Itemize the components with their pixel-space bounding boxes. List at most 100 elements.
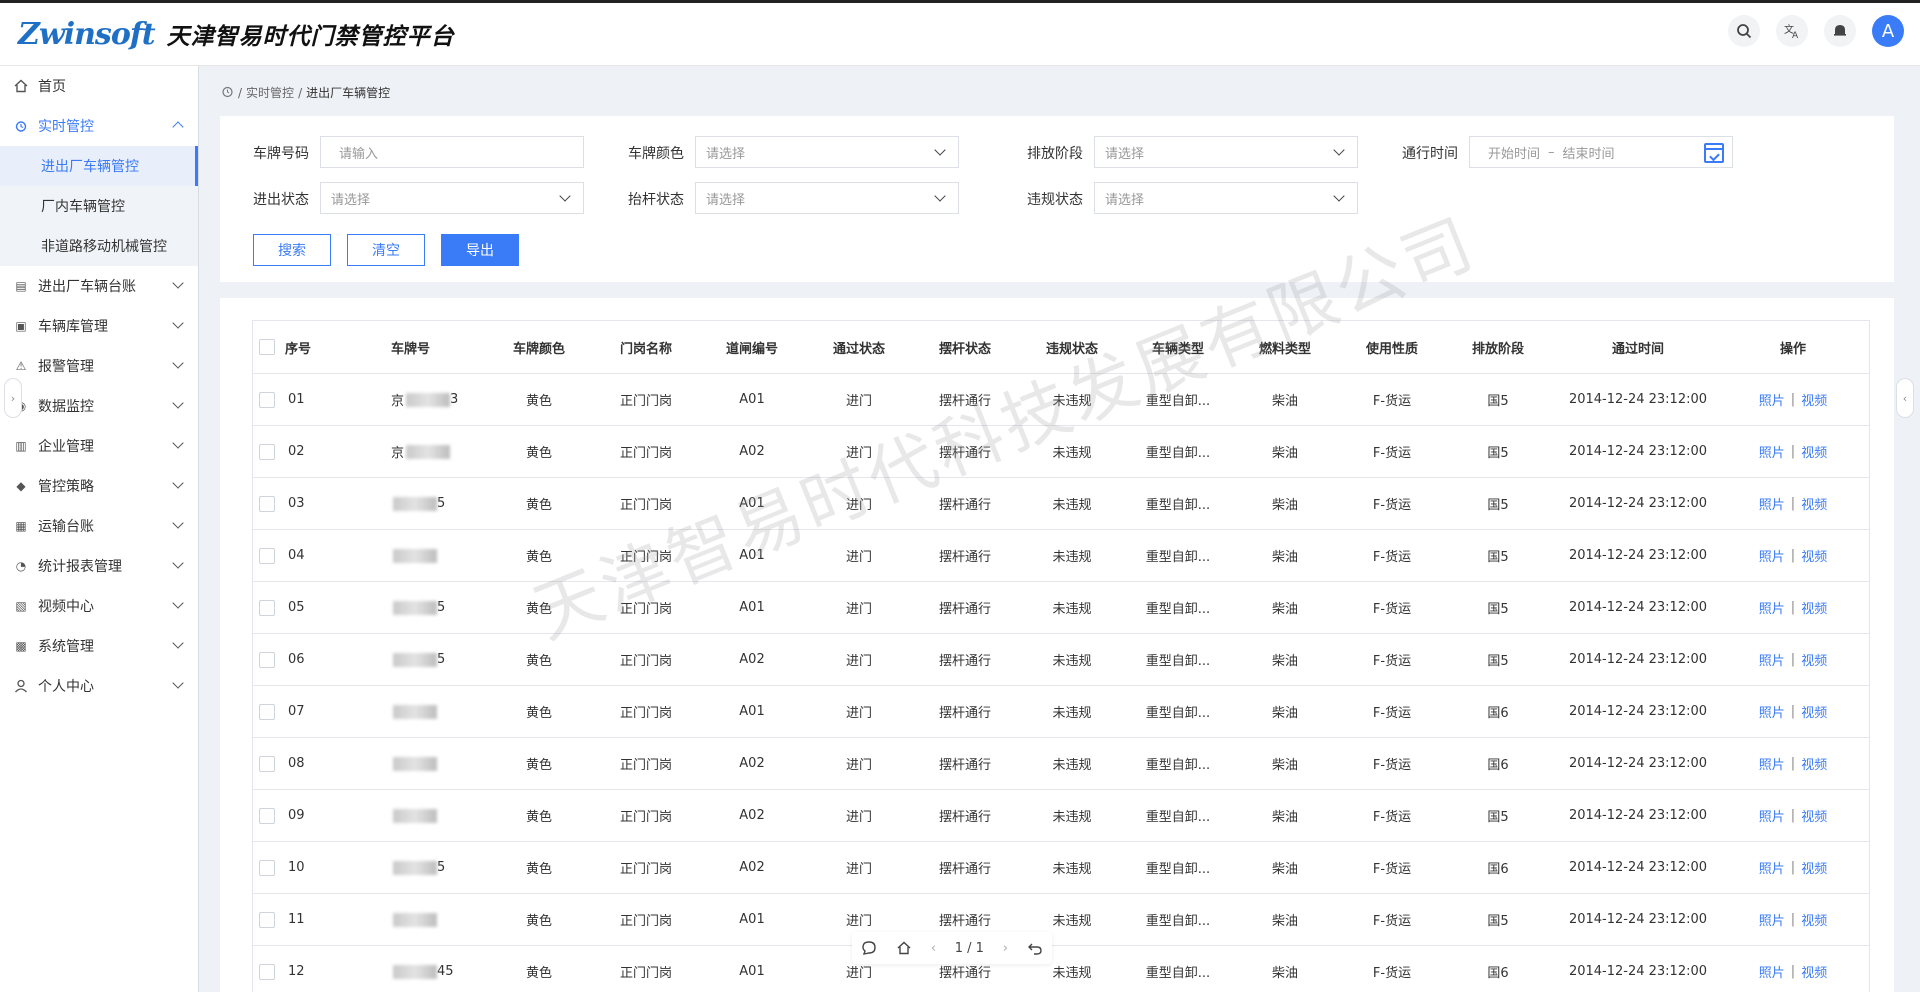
row-checkbox[interactable] (259, 963, 275, 980)
avatar[interactable]: A (1872, 15, 1904, 47)
table-row[interactable]: 05 5 黄色 正门门岗 A01 进门 摆杆通行 未违规 重型自卸... 柴油 F-货运 国5 2014… (253, 582, 1869, 634)
plate-color-select[interactable]: 请选择 (695, 136, 959, 168)
video-link[interactable]: 视频 (1801, 910, 1827, 929)
photo-link[interactable]: 照片 (1759, 442, 1785, 461)
video-link[interactable]: 视频 (1801, 442, 1827, 461)
undo-icon[interactable] (1027, 940, 1043, 956)
video-link[interactable]: 视频 (1801, 546, 1827, 565)
select-placeholder: 请选择 (706, 192, 746, 208)
sidebar-item-strategy[interactable]: ◆ 管控策略 (0, 466, 198, 506)
sidebar-item-label: 报警管理 (38, 359, 94, 375)
emission-stage-select[interactable]: 请选择 (1094, 136, 1358, 168)
sidebar-item-video[interactable]: ▧ 视频中心 (0, 586, 198, 626)
barrier-status-select[interactable]: 请选择 (695, 182, 959, 214)
sidebar-subitem-inout-vehicle[interactable]: 进出厂车辆管控 (0, 146, 198, 186)
cell-plate (391, 790, 437, 841)
next-page-icon[interactable]: › (1003, 941, 1008, 956)
cell-plate-color: 黄色 (525, 758, 552, 773)
table-row[interactable]: 04 黄色 正门门岗 A01 进门 摆杆通行 未违规 重型自卸... 柴油 F-货运 国5 2014-… (253, 530, 1869, 582)
sidebar-item-alarm[interactable]: ⚠ 报警管理 (0, 346, 198, 386)
photo-link[interactable]: 照片 (1759, 598, 1785, 617)
row-checkbox[interactable] (259, 911, 275, 928)
plate-suffix: 3 (450, 392, 459, 407)
photo-link[interactable]: 照片 (1759, 962, 1785, 981)
table-row[interactable]: 11 黄色 正门门岗 A01 进门 摆杆通行 未违规 重型自卸... 柴油 F-货运 国5 2014-… (253, 894, 1869, 946)
search-button[interactable]: 搜索 (253, 234, 331, 266)
calendar-icon[interactable] (1704, 143, 1724, 163)
row-checkbox[interactable] (259, 651, 275, 668)
comment-icon[interactable] (861, 940, 877, 956)
video-link[interactable]: 视频 (1801, 754, 1827, 773)
row-checkbox[interactable] (259, 703, 275, 720)
photo-link[interactable]: 照片 (1759, 702, 1785, 721)
sidebar-item-ledger[interactable]: ▤ 进出厂车辆台账 (0, 266, 198, 306)
right-panel-collapse-handle[interactable]: ‹ (1896, 378, 1914, 418)
photo-link[interactable]: 照片 (1759, 754, 1785, 773)
sidebar-item-system[interactable]: ▩ 系统管理 (0, 626, 198, 666)
sidebar-collapse-handle[interactable]: › (4, 378, 22, 418)
sidebar-item-vehicle-db[interactable]: ▣ 车辆库管理 (0, 306, 198, 346)
video-link[interactable]: 视频 (1801, 702, 1827, 721)
row-checkbox[interactable] (259, 391, 275, 408)
pass-time-range-picker[interactable]: 开始时间 – 结束时间 (1469, 136, 1733, 168)
table-row[interactable]: 12 45 黄色 正门门岗 A01 进门 摆杆通行 未违规 重型自卸... 柴油 F-货运 国6 201… (253, 946, 1869, 992)
plate-no-input[interactable]: 请输入 (320, 136, 584, 168)
header-cell: 排放阶段 (1471, 341, 1524, 357)
table-row[interactable]: 10 5 黄色 正门门岗 A02 进门 摆杆通行 未违规 重型自卸... 柴油 F-货运 国6 2014… (253, 842, 1869, 894)
row-checkbox[interactable] (259, 755, 275, 772)
video-link[interactable]: 视频 (1801, 806, 1827, 825)
video-link[interactable]: 视频 (1801, 390, 1827, 409)
export-button[interactable]: 导出 (441, 234, 519, 266)
previous-page-icon[interactable]: ‹ (931, 941, 936, 956)
photo-link[interactable]: 照片 (1759, 650, 1785, 669)
photo-link[interactable]: 照片 (1759, 390, 1785, 409)
sidebar-subitem-inplant-vehicle[interactable]: 厂内车辆管控 (0, 186, 198, 226)
photo-link[interactable]: 照片 (1759, 494, 1785, 513)
breadcrumb-parent[interactable]: 实时管控 (246, 84, 294, 101)
translate-icon[interactable]: 文A (1776, 15, 1808, 47)
table-row[interactable]: 02 京 黄色 正门门岗 A02 进门 摆杆通行 未违规 重型自卸... 柴油 F-货运 国5 2014… (253, 426, 1869, 478)
cell-vehicle-type: 重型自卸... (1145, 498, 1211, 513)
row-checkbox[interactable] (259, 859, 275, 876)
table-row[interactable]: 09 黄色 正门门岗 A02 进门 摆杆通行 未违规 重型自卸... 柴油 F-货运 国5 2014-… (253, 790, 1869, 842)
sidebar-item-user[interactable]: 个人中心 (0, 666, 198, 706)
sidebar-subitem-nonroad-machinery[interactable]: 非道路移动机械管控 (0, 226, 198, 266)
video-link[interactable]: 视频 (1801, 598, 1827, 617)
sidebar-item-home[interactable]: 首页 (0, 66, 198, 106)
sidebar-item-transport[interactable]: ▦ 运输台账 (0, 506, 198, 546)
violation-status-select[interactable]: 请选择 (1094, 182, 1358, 214)
row-select-cell (259, 374, 275, 425)
cell-swing-status: 摆杆通行 (938, 706, 991, 721)
table-row[interactable]: 03 5 黄色 正门门岗 A01 进门 摆杆通行 未违规 重型自卸... 柴油 F-货运 国5 2014… (253, 478, 1869, 530)
video-link[interactable]: 视频 (1801, 962, 1827, 981)
table-row[interactable]: 07 黄色 正门门岗 A01 进门 摆杆通行 未违规 重型自卸... 柴油 F-货运 国6 2014-… (253, 686, 1869, 738)
table-row[interactable]: 01 京 3 黄色 正门门岗 A01 进门 摆杆通行 未违规 重型自卸... 柴油 F-货运 国5 201… (253, 374, 1869, 426)
row-checkbox[interactable] (259, 495, 275, 512)
cell-barrier-no: A01 (739, 392, 765, 407)
clear-button[interactable]: 清空 (347, 234, 425, 266)
in-out-status-select[interactable]: 请选择 (320, 182, 584, 214)
video-link[interactable]: 视频 (1801, 858, 1827, 877)
table-row[interactable]: 08 黄色 正门门岗 A02 进门 摆杆通行 未违规 重型自卸... 柴油 F-货运 国6 2014-… (253, 738, 1869, 790)
cell-violation: 未违规 (1052, 602, 1092, 617)
sidebar-item-enterprise[interactable]: ▥ 企业管理 (0, 426, 198, 466)
sidebar-item-realtime[interactable]: 实时管控 (0, 106, 198, 146)
cell-pass-status: 进门 (845, 862, 872, 877)
row-checkbox[interactable] (259, 547, 275, 564)
sidebar-item-report[interactable]: ◔ 统计报表管理 (0, 546, 198, 586)
photo-link[interactable]: 照片 (1759, 910, 1785, 929)
search-icon[interactable] (1728, 15, 1760, 47)
photo-link[interactable]: 照片 (1759, 858, 1785, 877)
photo-link[interactable]: 照片 (1759, 546, 1785, 565)
select-all-checkbox[interactable] (259, 339, 275, 355)
row-checkbox[interactable] (259, 599, 275, 616)
video-link[interactable]: 视频 (1801, 650, 1827, 669)
sidebar-item-monitor[interactable]: ◉数据监控 (0, 386, 198, 426)
video-link[interactable]: 视频 (1801, 494, 1827, 513)
row-checkbox[interactable] (259, 807, 275, 824)
photo-link[interactable]: 照片 (1759, 806, 1785, 825)
bell-icon[interactable] (1824, 15, 1856, 47)
home-icon[interactable] (896, 940, 912, 956)
table-row[interactable]: 06 5 黄色 正门门岗 A02 进门 摆杆通行 未违规 重型自卸... 柴油 F-货运 国5 2014… (253, 634, 1869, 686)
row-checkbox[interactable] (259, 443, 275, 460)
